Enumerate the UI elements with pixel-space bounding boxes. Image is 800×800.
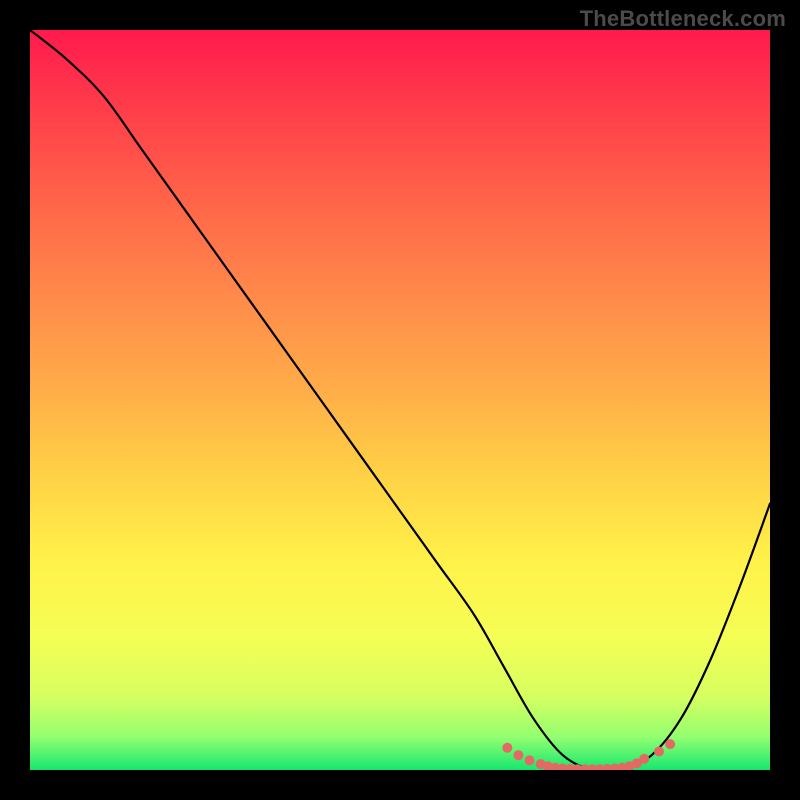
valley-marker-dot (525, 755, 535, 765)
chart-stage: TheBottleneck.com (0, 0, 800, 800)
bottleneck-plot (30, 30, 770, 770)
watermark-text: TheBottleneck.com (580, 6, 786, 32)
valley-marker-dot (513, 750, 523, 760)
valley-marker-dot (665, 739, 675, 749)
valley-marker-dot (639, 754, 649, 764)
gradient-background (30, 30, 770, 770)
valley-marker-dot (502, 743, 512, 753)
valley-marker-dot (654, 747, 664, 757)
